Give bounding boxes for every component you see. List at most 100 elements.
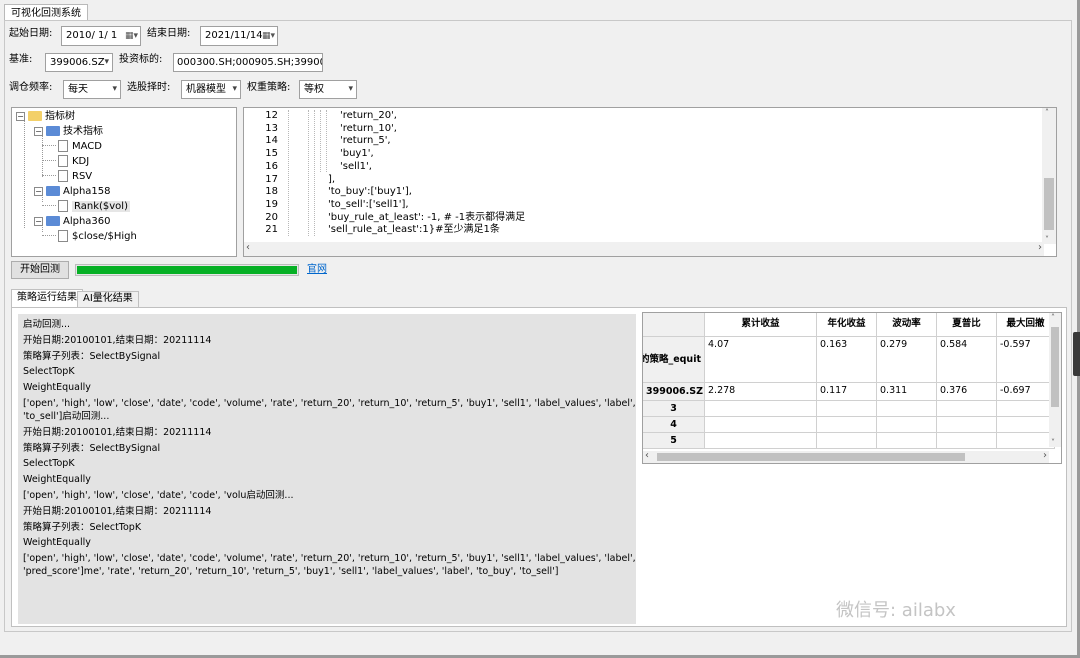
table-cell: -0.597	[997, 337, 1055, 383]
weight-value: 等权	[304, 84, 324, 95]
table-cell: 0.376	[937, 383, 997, 401]
code-line: 'sell_rule_at_least':1}#至少满足1条	[328, 224, 500, 236]
tab-backtest-system[interactable]: 可视化回测系统	[4, 4, 88, 21]
log-line: 开始日期:20100101,结束日期：20211114	[23, 426, 212, 438]
official-website-link[interactable]: 官网	[307, 263, 327, 277]
code-horizontal-scrollbar[interactable]: ‹ ›	[244, 242, 1044, 256]
metrics-table[interactable]: 累计收益年化收益波动率夏普比最大回撤我的策略_equit4.070.1630.2…	[642, 312, 1062, 464]
tree-guide	[24, 120, 25, 228]
indent-guide	[320, 110, 321, 172]
log-line: 'to_sell']启动回测...	[23, 411, 110, 422]
chevron-right-icon[interactable]: ›	[1043, 450, 1047, 461]
side-handle[interactable]	[1073, 332, 1080, 376]
tree-item-rsv[interactable]: RSV	[58, 169, 92, 184]
code-line: 'to_sell':['sell1'],	[328, 198, 409, 210]
code-line: 'buy1',	[340, 148, 374, 160]
rebalance-value: 每天	[68, 84, 88, 95]
chevron-down-icon[interactable]: ˅	[1051, 438, 1055, 447]
log-line: WeightEqually	[23, 474, 91, 486]
rebalance-select[interactable]: 每天 ▾	[63, 80, 121, 99]
code-editor[interactable]: 12 'return_20', 13 'return_10', 14 'return_5'…	[243, 107, 1057, 257]
main-panel: 起始日期: 2010/ 1/ 1 ▦▾ 结束日期: 2021/11/14 ▦▾ …	[4, 20, 1072, 632]
tab-strategy-result[interactable]: 策略运行结果	[11, 289, 83, 307]
collapse-icon[interactable]: −	[34, 216, 43, 226]
start-date-picker[interactable]: 2010/ 1/ 1 ▦▾	[61, 26, 141, 46]
chevron-down-icon: ▾	[348, 84, 353, 94]
scroll-thumb[interactable]	[1044, 178, 1054, 230]
chevron-right-icon[interactable]: ›	[1038, 242, 1042, 253]
calendar-icon[interactable]: ▦▾	[122, 30, 138, 42]
chevron-up-icon[interactable]: ˄	[1045, 108, 1049, 117]
table-header: 最大回撤	[997, 313, 1055, 337]
tree-group-alpha360[interactable]: − Alpha360	[34, 214, 111, 229]
tab-ai-result[interactable]: AI量化结果	[77, 291, 139, 307]
chevron-up-icon[interactable]: ˄	[1051, 313, 1055, 322]
progress-fill	[77, 266, 297, 274]
rebalance-label: 调仓频率:	[9, 82, 53, 93]
tree-item-close-high[interactable]: $close/$High	[58, 229, 137, 244]
tree-guide	[42, 205, 56, 206]
tree-item-rank-vol[interactable]: Rank($vol)	[58, 199, 130, 214]
indicator-tree[interactable]: − 指标树 − 技术指标 MACD KDJ RSV − Alpha158 Rank($…	[11, 107, 237, 257]
table-cell	[817, 433, 877, 449]
table-cell: -0.697	[997, 383, 1055, 401]
code-line: 'return_5',	[340, 135, 391, 147]
table-row-header: 5	[643, 433, 705, 449]
chevron-down-icon[interactable]: ˅	[1045, 235, 1049, 244]
chevron-left-icon[interactable]: ‹	[645, 450, 649, 461]
folder-icon	[46, 216, 60, 226]
table-cell: 0.279	[877, 337, 937, 383]
table-row-header: 399006.SZ	[643, 383, 705, 401]
table-cell: 0.584	[937, 337, 997, 383]
selection-select[interactable]: 机器模型 ▾	[181, 80, 241, 99]
selection-label: 选股择时:	[127, 82, 171, 93]
log-line: 开始日期:20100101,结束日期：20211114	[23, 334, 212, 346]
collapse-icon[interactable]: −	[34, 126, 43, 136]
benchmark-select[interactable]: 399006.SZ ▾	[45, 53, 113, 72]
code-vertical-scrollbar[interactable]: ˄ ˅	[1042, 108, 1056, 244]
log-line: ['open', 'high', 'low', 'close', 'date',…	[23, 490, 294, 501]
table-corner	[643, 313, 705, 337]
table-cell	[817, 417, 877, 433]
log-line: 策略算子列表：SelectTopK	[23, 521, 142, 533]
end-date-label: 结束日期:	[147, 28, 191, 39]
table-cell: 0.163	[817, 337, 877, 383]
table-cell	[705, 433, 817, 449]
tree-item-kdj[interactable]: KDJ	[58, 154, 89, 169]
indent-guide	[326, 110, 327, 172]
table-horizontal-scrollbar[interactable]: ‹ ›	[643, 450, 1049, 463]
tree-item-macd[interactable]: MACD	[58, 139, 102, 154]
table-vertical-scrollbar[interactable]: ˄ ˅	[1049, 313, 1061, 447]
tree-guide	[42, 145, 56, 146]
log-line: 策略算子列表：SelectBySignal	[23, 350, 161, 362]
code-line-number: 19	[265, 198, 278, 210]
window-tab-bar: 可视化回测系统	[4, 4, 88, 21]
target-input[interactable]: 000300.SH;000905.SH;399006.SZ	[173, 53, 323, 72]
end-date-picker[interactable]: 2021/11/14 ▦▾	[200, 26, 278, 46]
weight-select[interactable]: 等权 ▾	[299, 80, 357, 99]
tree-guide	[42, 235, 56, 236]
calendar-icon[interactable]: ▦▾	[259, 30, 275, 42]
tree-group-alpha158[interactable]: − Alpha158	[34, 184, 111, 199]
backtest-log: 启动回测... 开始日期:20100101,结束日期：20211114 策略算子列表…	[18, 314, 636, 624]
code-line-number: 13	[265, 122, 278, 134]
code-line-number: 21	[265, 224, 278, 236]
collapse-icon[interactable]: −	[16, 111, 25, 121]
code-line: 'return_10',	[340, 122, 397, 134]
code-line: 'sell1',	[340, 160, 372, 172]
folder-icon	[46, 126, 60, 136]
table-header: 波动率	[877, 313, 937, 337]
log-line: ['open', 'high', 'low', 'close', 'date',…	[23, 553, 636, 565]
tree-guide	[42, 135, 43, 177]
document-icon	[58, 230, 68, 242]
table-cell	[877, 417, 937, 433]
tree-root[interactable]: − 指标树	[16, 109, 75, 124]
backtest-progress-bar	[75, 264, 299, 276]
benchmark-label: 基准:	[9, 54, 33, 65]
scroll-thumb[interactable]	[657, 453, 965, 461]
scroll-thumb[interactable]	[1051, 327, 1059, 407]
tree-group-technical[interactable]: − 技术指标	[34, 124, 103, 139]
start-backtest-button[interactable]: 开始回测	[11, 261, 69, 279]
chevron-left-icon[interactable]: ‹	[246, 242, 250, 253]
collapse-icon[interactable]: −	[34, 186, 43, 196]
